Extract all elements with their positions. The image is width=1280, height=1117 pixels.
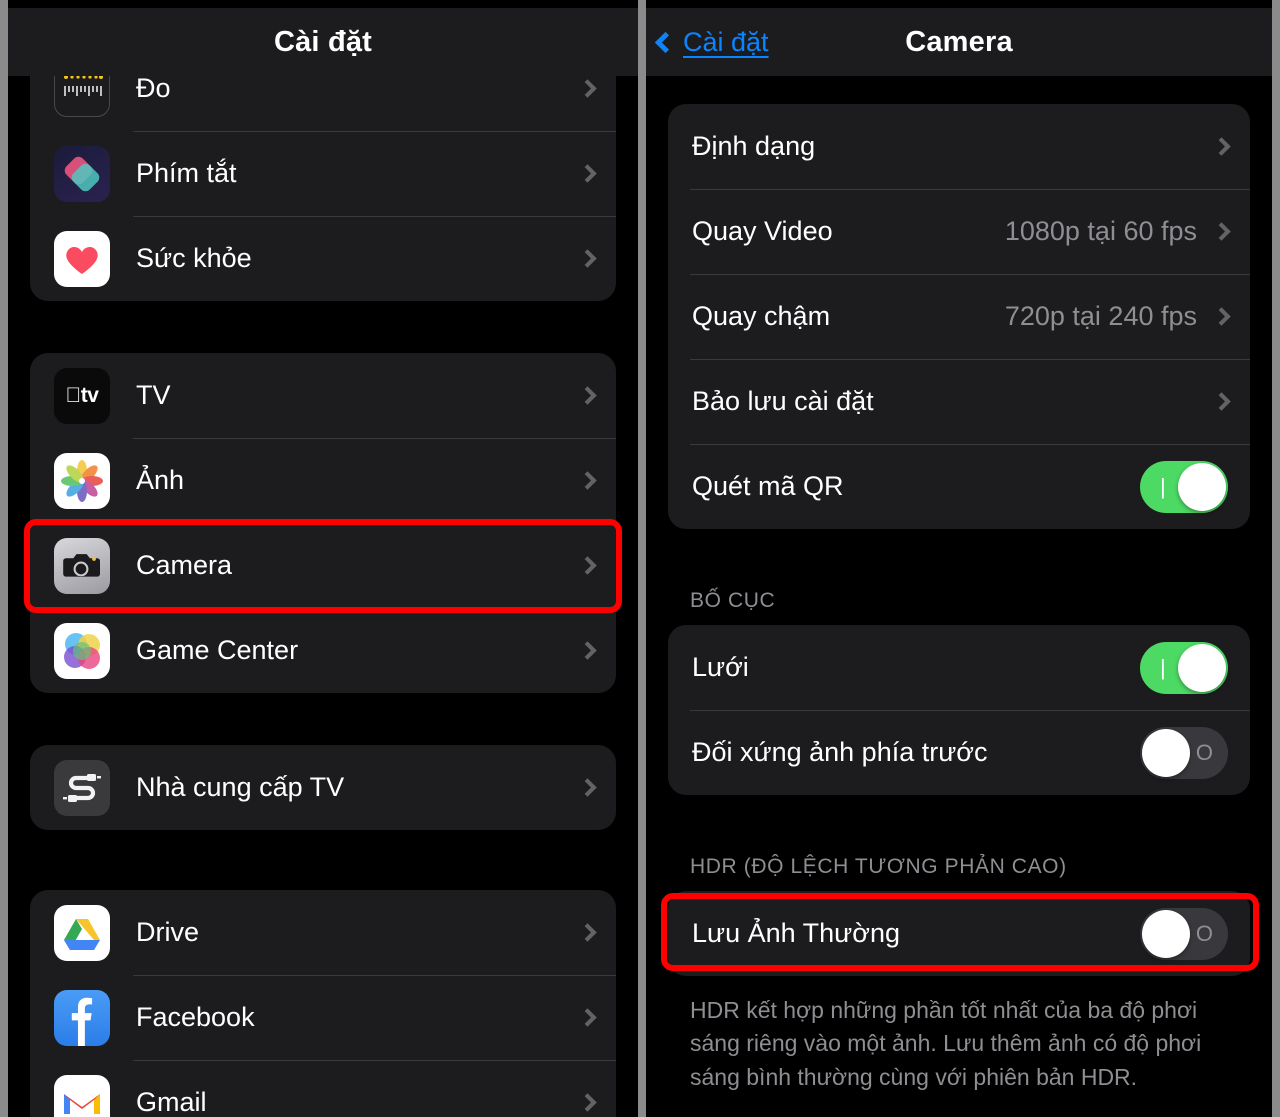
camera-row-label: Quét mã QR — [692, 471, 844, 501]
back-button[interactable]: Cài đặt — [654, 8, 769, 76]
settings-row-gmail[interactable]: Gmail — [30, 1060, 616, 1117]
camera-settings-panel: Cài đặt Camera Định dạng Quay Video 1080… — [646, 0, 1272, 1117]
camera-row-mirror-front[interactable]: Đối xứng ảnh phía trước O — [668, 710, 1250, 795]
settings-row-label: TV — [136, 380, 171, 410]
chevron-right-icon — [578, 1008, 597, 1027]
toggle-knob — [1142, 909, 1190, 958]
camera-row-scan-qr[interactable]: Quét mã QR | — [668, 444, 1250, 529]
back-button-label: Cài đặt — [683, 26, 769, 57]
chevron-right-icon — [1212, 307, 1231, 326]
camera-row-record-slomo[interactable]: Quay chậm 720p tại 240 fps — [668, 274, 1250, 359]
settings-row-label: Ảnh — [136, 465, 185, 495]
camera-row-grid[interactable]: Lưới | — [668, 625, 1250, 710]
settings-group-apps-2: tv TV — [30, 353, 616, 693]
shortcuts-app-icon — [54, 145, 110, 202]
camera-row-label: Đối xứng ảnh phía trước — [692, 737, 988, 767]
camera-group-layout: Lưới | Đối xứng ảnh phía trước O — [668, 625, 1250, 795]
chevron-right-icon — [578, 79, 597, 98]
settings-row-label: Camera — [136, 550, 233, 580]
chevron-right-icon — [578, 923, 597, 942]
game-center-app-icon — [54, 622, 110, 679]
settings-row-drive[interactable]: Drive — [30, 890, 616, 975]
toggle-off-glyph: O — [1195, 920, 1213, 946]
chevron-right-icon — [578, 641, 597, 660]
settings-row-photos[interactable]: Ảnh — [30, 438, 616, 523]
settings-group-apps-1: Đo Phím tắt Sức khỏe — [30, 46, 616, 301]
settings-row-tv-provider[interactable]: Nhà cung cấp TV — [30, 745, 616, 830]
chevron-right-icon — [1212, 392, 1231, 411]
tv-app-icon: tv — [54, 367, 110, 424]
camera-row-label: Định dạng — [692, 131, 816, 161]
tv-provider-icon — [54, 759, 110, 816]
settings-row-tv[interactable]: tv TV — [30, 353, 616, 438]
page-title: Camera — [905, 25, 1013, 58]
camera-row-record-video[interactable]: Quay Video 1080p tại 60 fps — [668, 189, 1250, 274]
settings-row-label: Gmail — [136, 1087, 207, 1117]
settings-group-third-party: Drive Facebook Gmail — [30, 890, 616, 1117]
camera-row-label: Bảo lưu cài đặt — [692, 386, 874, 416]
camera-app-icon — [54, 537, 110, 594]
settings-scroll-area[interactable]: Đo Phím tắt Sức khỏe tv TV Ảnh Camera Ga… — [8, 0, 638, 1117]
photos-app-icon — [54, 452, 110, 509]
chevron-left-icon — [654, 31, 677, 53]
settings-row-label: Sức khỏe — [136, 243, 252, 273]
facebook-icon — [54, 989, 110, 1046]
chevron-right-icon — [578, 386, 597, 405]
camera-group-main: Định dạng Quay Video 1080p tại 60 fps Qu… — [668, 104, 1250, 529]
camera-row-preserve-settings[interactable]: Bảo lưu cài đặt — [668, 359, 1250, 444]
toggle-knob — [1178, 462, 1226, 511]
camera-group-hdr: Lưu Ảnh Thường O — [668, 891, 1250, 976]
settings-row-camera[interactable]: Camera — [30, 523, 616, 608]
grid-toggle[interactable]: | — [1140, 641, 1228, 694]
toggle-knob — [1178, 643, 1226, 692]
mirror-front-camera-toggle[interactable]: O — [1140, 726, 1228, 779]
chevron-right-icon — [1212, 137, 1231, 156]
chevron-right-icon — [578, 471, 597, 490]
section-header-layout: BỐ CỤC — [690, 589, 776, 612]
gmail-icon — [54, 1074, 110, 1117]
settings-row-label: Đo — [136, 73, 171, 103]
settings-row-health[interactable]: Sức khỏe — [30, 216, 616, 301]
chevron-right-icon — [578, 778, 597, 797]
chevron-right-icon — [578, 556, 597, 575]
settings-row-label: Nhà cung cấp TV — [136, 772, 345, 802]
chevron-right-icon — [1212, 222, 1231, 241]
settings-row-game-center[interactable]: Game Center — [30, 608, 616, 693]
settings-row-label: Phím tắt — [136, 158, 237, 188]
settings-row-label: Game Center — [136, 635, 299, 665]
chevron-right-icon — [578, 164, 597, 183]
camera-row-label: Quay chậm — [692, 301, 831, 331]
camera-row-label: Quay Video — [692, 216, 833, 246]
camera-row-label: Lưu Ảnh Thường — [692, 918, 900, 948]
camera-row-keep-normal-photo[interactable]: Lưu Ảnh Thường O — [668, 891, 1250, 976]
google-drive-icon — [54, 904, 110, 961]
keep-normal-photo-toggle[interactable]: O — [1140, 907, 1228, 960]
camera-scroll-area[interactable]: Định dạng Quay Video 1080p tại 60 fps Qu… — [646, 0, 1272, 1117]
page-title: Cài đặt — [273, 25, 373, 58]
settings-row-facebook[interactable]: Facebook — [30, 975, 616, 1060]
settings-group-tv-provider: Nhà cung cấp TV — [30, 745, 616, 830]
section-header-hdr: HDR (ĐỘ LỆCH TƯƠNG PHẢN CAO) — [690, 855, 1067, 878]
settings-row-label: Drive — [136, 917, 200, 947]
health-app-icon — [54, 230, 110, 287]
scan-qr-toggle[interactable]: | — [1140, 460, 1228, 513]
settings-row-label: Facebook — [136, 1002, 255, 1032]
camera-row-value: 1080p tại 60 fps — [1004, 216, 1197, 246]
camera-row-label: Lưới — [692, 652, 749, 682]
chevron-right-icon — [578, 249, 597, 268]
toggle-knob — [1142, 728, 1190, 777]
toggle-off-glyph: O — [1195, 739, 1213, 765]
toggle-on-glyph: | — [1160, 654, 1166, 680]
tv-app-icon-label: tv — [66, 383, 99, 407]
settings-navbar: Cài đặt — [8, 8, 638, 76]
hdr-footnote: HDR kết hợp những phần tốt nhất của ba đ… — [690, 997, 1202, 1090]
camera-row-value: 720p tại 240 fps — [1004, 301, 1197, 331]
screenshot-root: Đo Phím tắt Sức khỏe tv TV Ảnh Camera Ga… — [0, 0, 1280, 1117]
camera-row-format[interactable]: Định dạng — [668, 104, 1250, 189]
settings-row-shortcuts[interactable]: Phím tắt — [30, 131, 616, 216]
settings-list-panel: Đo Phím tắt Sức khỏe tv TV Ảnh Camera Ga… — [8, 0, 638, 1117]
chevron-right-icon — [578, 1093, 597, 1112]
toggle-on-glyph: | — [1160, 473, 1166, 499]
camera-navbar: Cài đặt Camera — [646, 8, 1272, 76]
